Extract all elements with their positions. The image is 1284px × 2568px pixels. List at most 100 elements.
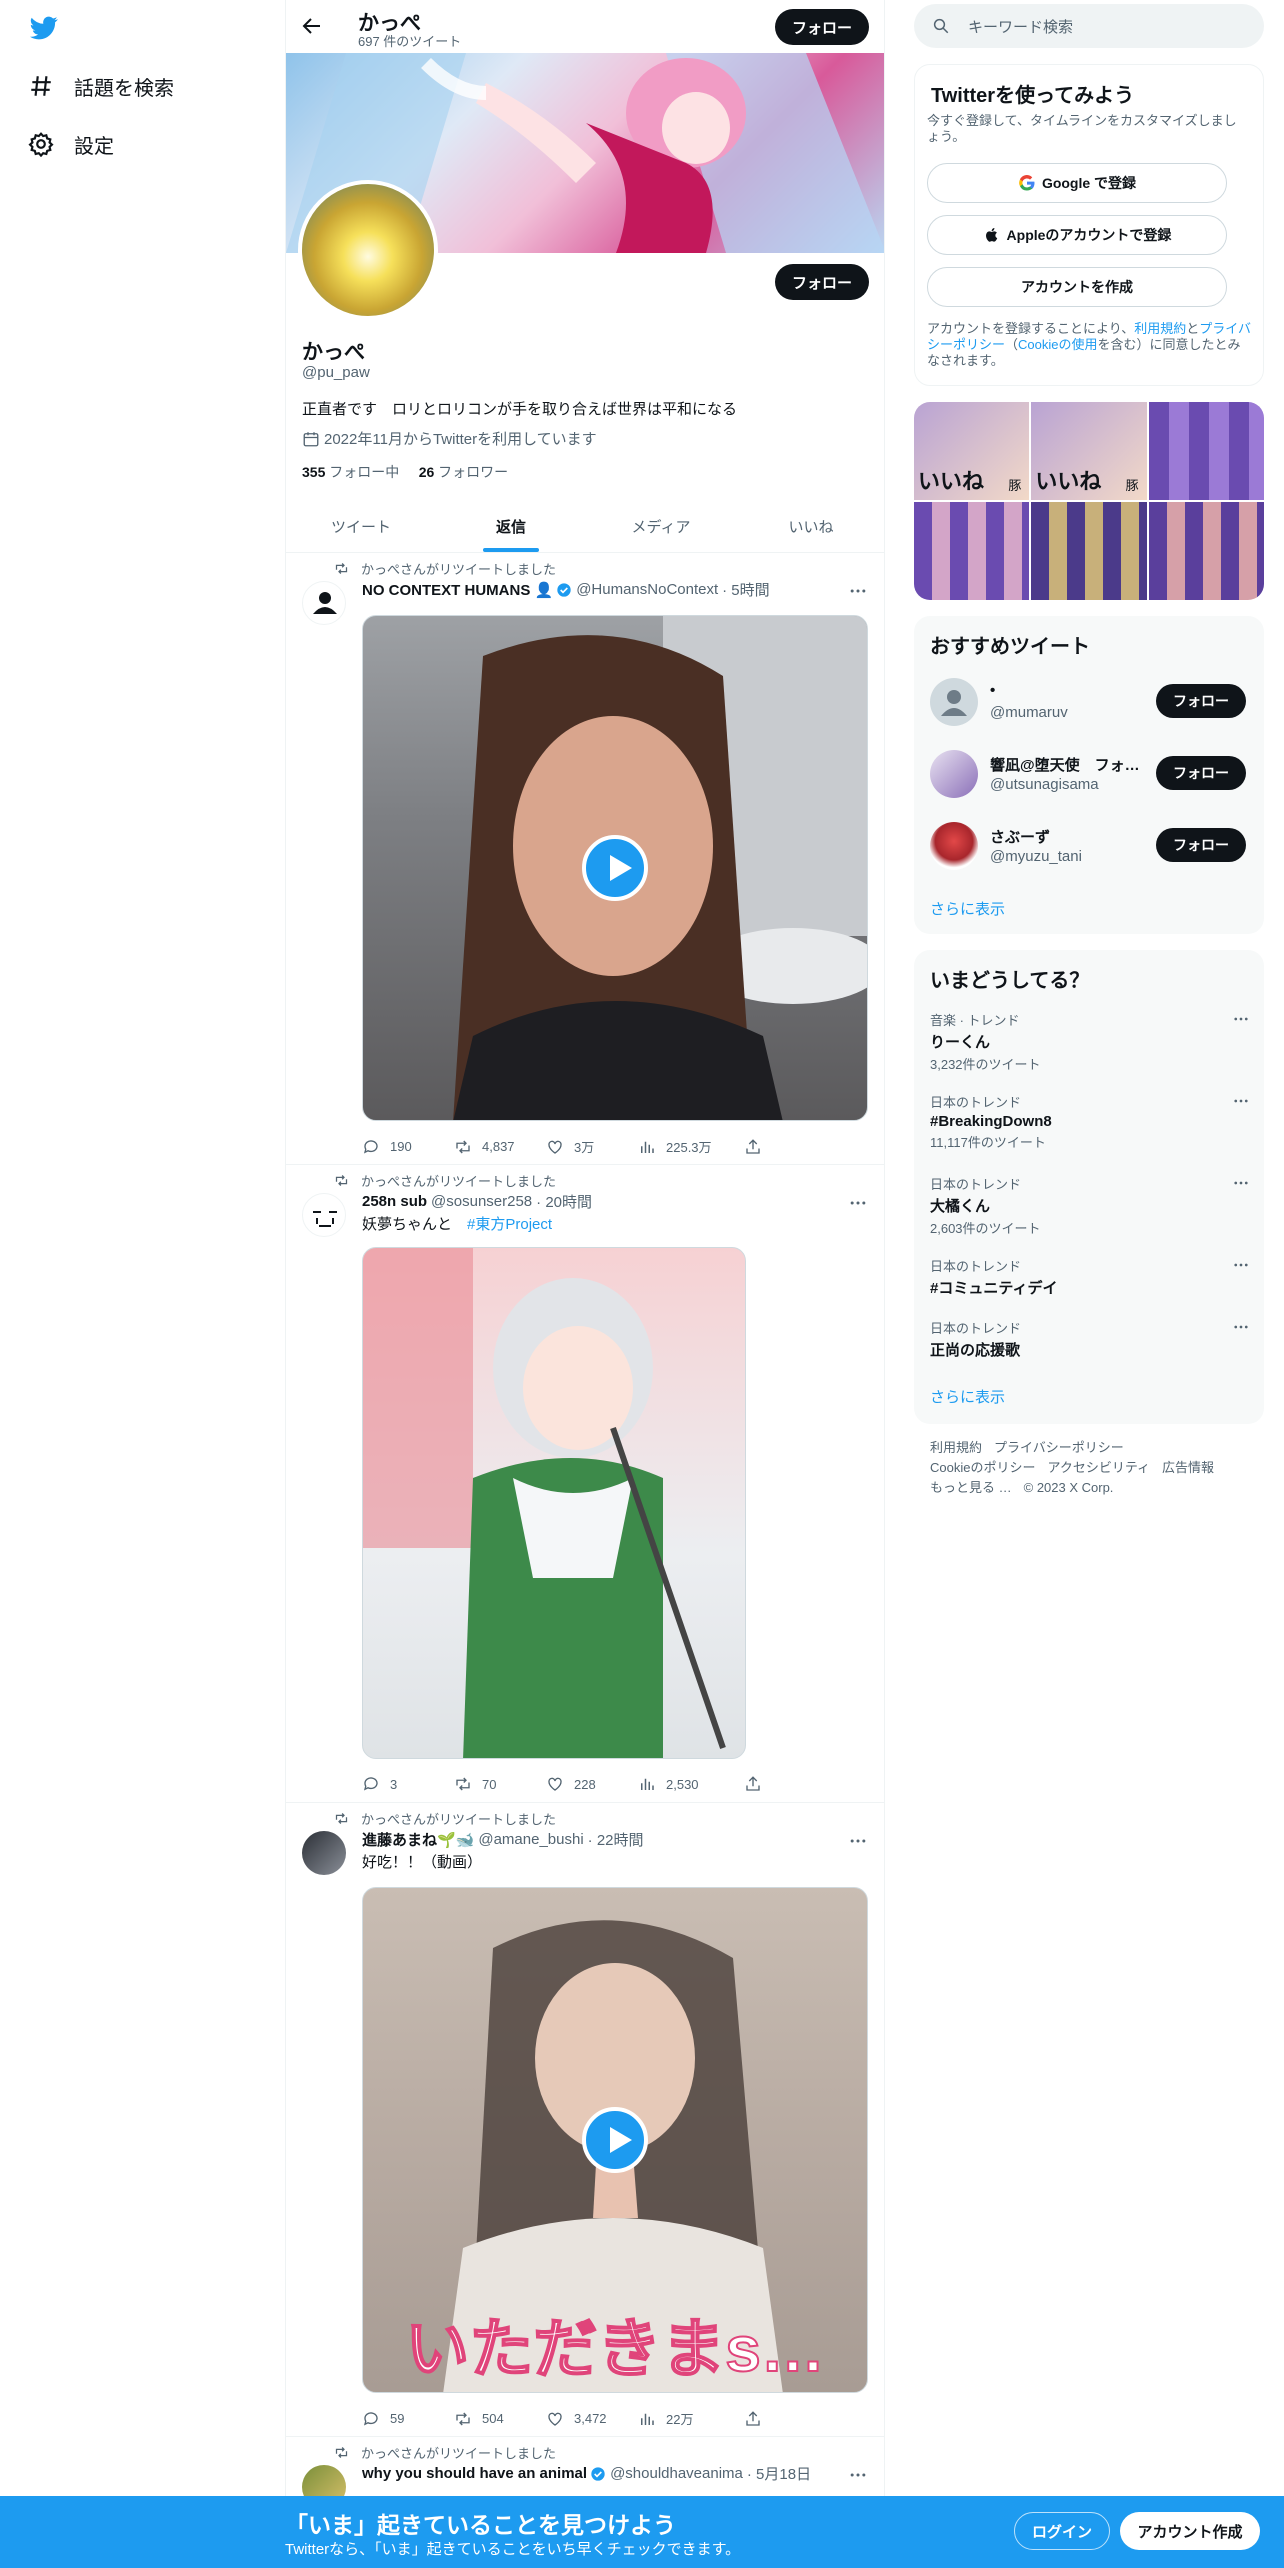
avatar[interactable] xyxy=(930,678,978,726)
author-handle[interactable]: @sosunser258 xyxy=(431,1193,532,1210)
media-thumb[interactable]: いいね豚 xyxy=(914,402,1030,500)
media-thumb[interactable] xyxy=(1031,502,1147,600)
retweet-button[interactable]: 504 xyxy=(454,2410,546,2428)
more-options-icon[interactable] xyxy=(1232,1256,1250,1274)
google-signup-button[interactable]: Google で登録 xyxy=(927,163,1227,203)
create-account-button[interactable]: アカウントを作成 xyxy=(927,267,1227,307)
follow-button[interactable]: フォロー xyxy=(1156,756,1246,790)
follow-name[interactable]: 響凪@堕天使 フォ… xyxy=(990,754,1140,775)
media-thumb[interactable] xyxy=(1148,402,1264,500)
tab-media[interactable]: メディア xyxy=(586,500,736,552)
media-thumb[interactable]: いいね豚 xyxy=(1031,402,1147,500)
reply-button[interactable]: 190 xyxy=(362,1138,454,1156)
like-button[interactable]: 228 xyxy=(546,1775,638,1793)
author-name[interactable]: 進藤あまね🌱🐋 xyxy=(362,1829,474,1850)
profile-avatar[interactable] xyxy=(298,180,438,320)
terms-link[interactable]: 利用規約 xyxy=(1134,321,1186,336)
nav-explore[interactable]: 話題を検索 xyxy=(28,66,174,106)
signup-button[interactable]: アカウント作成 xyxy=(1120,2512,1260,2550)
views-button[interactable]: 22万 xyxy=(638,2409,730,2428)
avatar[interactable] xyxy=(302,1831,346,1875)
twitter-logo-icon[interactable] xyxy=(28,14,60,42)
tweet-video[interactable]: いただきまs… xyxy=(362,1887,868,2393)
trends-show-more-link[interactable]: さらに表示 xyxy=(930,1386,1005,1407)
more-options-icon[interactable] xyxy=(848,1831,868,1851)
footer-ads[interactable]: 広告情報 xyxy=(1162,1460,1214,1475)
followers-link[interactable]: 26 フォロワー xyxy=(419,464,508,480)
follow-name[interactable]: • xyxy=(990,682,1140,699)
tab-replies[interactable]: 返信 xyxy=(436,500,586,552)
reply-button[interactable]: 3 xyxy=(362,1775,454,1793)
follow-button[interactable]: フォロー xyxy=(1156,684,1246,718)
tweet-time[interactable]: · 5月18日 xyxy=(747,2463,811,2484)
avatar[interactable] xyxy=(302,1193,346,1237)
trend-item[interactable]: 日本のトレンド 大橘くん 2,603件のツイート xyxy=(930,1174,1250,1237)
avatar[interactable] xyxy=(302,581,346,625)
tweet-time[interactable]: · 22時間 xyxy=(588,1829,644,1850)
hashtag-link[interactable]: #東方Project xyxy=(467,1216,552,1233)
author-name[interactable]: NO CONTEXT HUMANS 👤 xyxy=(362,581,553,599)
footer-accessibility[interactable]: アクセシビリティ xyxy=(1047,1460,1150,1475)
more-options-icon[interactable] xyxy=(1232,1174,1250,1192)
footer-more[interactable]: もっと見る … xyxy=(930,1480,1012,1495)
profile-follow-button[interactable]: フォロー xyxy=(775,264,869,300)
follow-button[interactable]: フォロー xyxy=(1156,828,1246,862)
follow-suggestion[interactable]: • @mumaruv フォロー xyxy=(930,672,1250,732)
tweet-time[interactable]: · 20時間 xyxy=(536,1191,592,1212)
avatar[interactable] xyxy=(930,822,978,870)
footer-privacy[interactable]: プライバシーポリシー xyxy=(994,1440,1124,1455)
login-button[interactable]: ログイン xyxy=(1014,2512,1110,2550)
trend-item[interactable]: 日本のトレンド #BreakingDown8 11,117件のツイート xyxy=(930,1092,1250,1151)
media-thumb[interactable] xyxy=(914,502,1030,600)
views-button[interactable]: 2,530 xyxy=(638,1775,730,1793)
apple-signup-button[interactable]: Appleのアカウントで登録 xyxy=(927,215,1227,255)
tweet-image[interactable] xyxy=(362,1247,746,1759)
trend-item[interactable]: 音楽 · トレンド りーくん 3,232件のツイート xyxy=(930,1010,1250,1073)
share-icon[interactable] xyxy=(744,1138,762,1156)
more-options-icon[interactable] xyxy=(848,2465,868,2485)
tweet-time[interactable]: · 5時間 xyxy=(722,579,770,600)
play-button[interactable] xyxy=(582,835,648,901)
header-follow-button[interactable]: フォロー xyxy=(775,9,869,45)
author-handle[interactable]: @shouldhaveanima xyxy=(610,2465,743,2482)
cookie-link[interactable]: Cookieの使用 xyxy=(1018,337,1097,352)
retweet-button[interactable]: 4,837 xyxy=(454,1138,546,1156)
more-options-icon[interactable] xyxy=(1232,1092,1250,1110)
more-options-icon[interactable] xyxy=(848,581,868,601)
share-icon[interactable] xyxy=(744,2410,762,2428)
author-name[interactable]: why you should have an animal xyxy=(362,2465,587,2482)
more-options-icon[interactable] xyxy=(1232,1010,1250,1028)
tab-likes[interactable]: いいね xyxy=(736,500,884,552)
author-name[interactable]: 258n sub xyxy=(362,1193,427,1210)
retweet-button[interactable]: 70 xyxy=(454,1775,546,1793)
footer-terms[interactable]: 利用規約 xyxy=(930,1440,982,1455)
media-thumb[interactable] xyxy=(1148,502,1264,600)
tweet[interactable]: かっぺさんがリツイートしました NO CONTEXT HUMANS 👤 @Hum… xyxy=(286,553,884,1165)
footer-cookie[interactable]: Cookieのポリシー xyxy=(930,1460,1035,1475)
tab-tweets[interactable]: ツイート xyxy=(286,500,436,552)
follow-handle[interactable]: @myuzu_tani xyxy=(990,848,1082,865)
more-options-icon[interactable] xyxy=(848,1193,868,1213)
follow-handle[interactable]: @utsunagisama xyxy=(990,776,1099,793)
tweet-video[interactable] xyxy=(362,615,868,1121)
show-more-link[interactable]: さらに表示 xyxy=(930,898,1005,919)
back-arrow-icon[interactable] xyxy=(300,14,324,38)
more-options-icon[interactable] xyxy=(1232,1318,1250,1336)
play-button[interactable] xyxy=(582,2107,648,2173)
trend-item[interactable]: 日本のトレンド #コミュニティデイ xyxy=(930,1256,1250,1298)
share-icon[interactable] xyxy=(744,1775,762,1793)
following-link[interactable]: 355 フォロー中 xyxy=(302,464,399,480)
profile-media-grid[interactable]: いいね豚 いいね豚 xyxy=(914,402,1264,600)
avatar[interactable] xyxy=(930,750,978,798)
follow-handle[interactable]: @mumaruv xyxy=(990,704,1068,721)
follow-suggestion[interactable]: さぶーず @myuzu_tani フォロー xyxy=(930,816,1250,876)
author-handle[interactable]: @amane_bushi xyxy=(478,1831,583,1848)
author-handle[interactable]: @HumansNoContext xyxy=(576,581,718,598)
tweet[interactable]: かっぺさんがリツイートしました 258n sub @sosunser258 · … xyxy=(286,1165,884,1803)
reply-button[interactable]: 59 xyxy=(362,2410,454,2428)
follow-name[interactable]: さぶーず xyxy=(990,826,1140,847)
nav-settings[interactable]: 設定 xyxy=(28,124,114,164)
search-box[interactable]: キーワード検索 xyxy=(914,4,1264,48)
follow-suggestion[interactable]: 響凪@堕天使 フォ… @utsunagisama フォロー xyxy=(930,744,1250,804)
like-button[interactable]: 3,472 xyxy=(546,2410,638,2428)
